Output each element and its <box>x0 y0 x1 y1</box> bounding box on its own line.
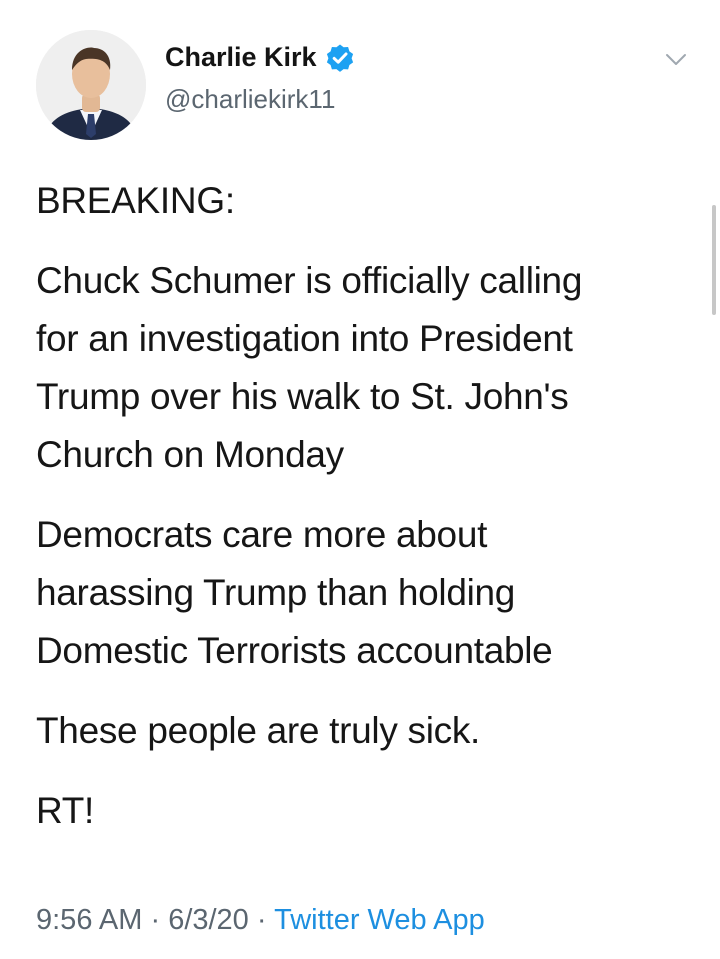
tweet-time[interactable]: 9:56 AM <box>36 904 142 936</box>
tweet-paragraph: RT! <box>36 790 95 831</box>
author-handle[interactable]: @charliekirk11 <box>165 84 335 115</box>
tweet-source-link[interactable]: Twitter Web App <box>274 904 485 936</box>
author-name[interactable]: Charlie Kirk <box>165 42 355 73</box>
chevron-down-icon[interactable] <box>664 52 688 68</box>
tweet-date[interactable]: 6/3/20 <box>168 904 249 936</box>
tweet-paragraph: These people are truly sick. <box>36 710 481 751</box>
verified-badge-icon <box>325 43 355 73</box>
tweet-card: Charlie Kirk @charliekirk11 BREAKING: Ch… <box>0 0 720 959</box>
meta-separator: · <box>248 904 275 936</box>
tweet-meta: 9:56 AM · 6/3/20 · Twitter Web App <box>36 904 485 937</box>
meta-separator: · <box>142 904 169 936</box>
scrollbar[interactable] <box>712 205 716 315</box>
avatar[interactable] <box>36 30 146 140</box>
author-name-text: Charlie Kirk <box>165 42 317 72</box>
tweet-paragraph: BREAKING: <box>36 180 235 221</box>
tweet-paragraph: Democrats care more about harassing Trum… <box>36 514 553 671</box>
avatar-photo <box>36 30 146 140</box>
tweet-text: BREAKING: Chuck Schumer is officially ca… <box>36 172 696 862</box>
tweet-paragraph: Chuck Schumer is officially calling for … <box>36 260 583 475</box>
